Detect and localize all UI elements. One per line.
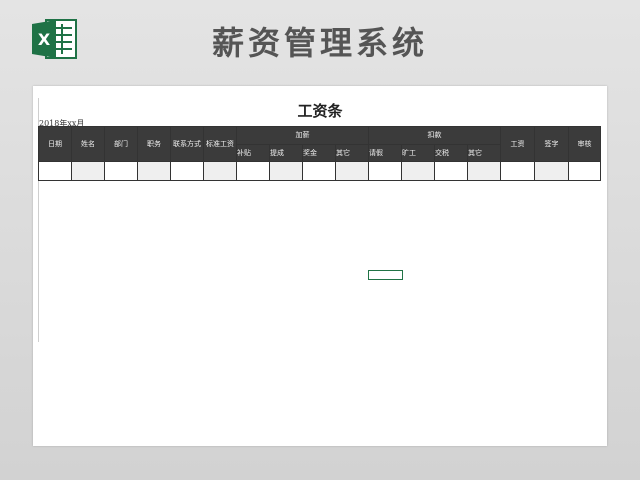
col-signature[interactable]: 签字 (534, 126, 569, 162)
col-commission[interactable]: 提成 (269, 143, 303, 162)
col-date[interactable]: 日期 (38, 126, 72, 162)
col-group-raise[interactable]: 加薪 (236, 126, 369, 145)
table-cell[interactable] (170, 161, 204, 181)
col-leave[interactable]: 请假 (368, 143, 402, 162)
table-cell[interactable] (568, 161, 601, 181)
table-cell[interactable] (269, 161, 303, 181)
col-absence[interactable]: 旷工 (401, 143, 435, 162)
table-cell[interactable] (467, 161, 501, 181)
payslip-table: 日期 姓名 部门 职务 联系方式 标准工资 加薪 扣款 工资 签字 审核 补贴 … (38, 126, 601, 181)
table-row (38, 161, 601, 181)
col-tax[interactable]: 交税 (434, 143, 468, 162)
table-cell[interactable] (71, 161, 105, 181)
table-cell[interactable] (401, 161, 435, 181)
col-raise-other[interactable]: 其它 (335, 143, 369, 162)
col-base-salary[interactable]: 标准工资 (203, 126, 237, 162)
col-allowance[interactable]: 补贴 (236, 143, 270, 162)
col-bonus[interactable]: 奖金 (302, 143, 336, 162)
table-cell[interactable] (203, 161, 237, 181)
col-deduct-other[interactable]: 其它 (467, 143, 501, 162)
col-review[interactable]: 审核 (568, 126, 601, 162)
table-cell[interactable] (38, 161, 72, 181)
table-cell[interactable] (236, 161, 270, 181)
col-name[interactable]: 姓名 (71, 126, 105, 162)
page-title: 薪资管理系统 (211, 24, 428, 62)
table-cell[interactable] (434, 161, 468, 181)
spreadsheet-sheet[interactable]: 工资条 2018年xx月 日期 姓名 部门 职务 联系方式 标准工资 加薪 扣款… (33, 86, 607, 446)
sheet-title: 工资条 (297, 102, 343, 120)
table-cell[interactable] (302, 161, 336, 181)
col-group-deduction[interactable]: 扣款 (368, 126, 501, 145)
table-cell[interactable] (368, 161, 402, 181)
table-cell[interactable] (335, 161, 369, 181)
selected-cell[interactable] (368, 270, 403, 280)
table-cell[interactable] (137, 161, 171, 181)
col-department[interactable]: 部门 (104, 126, 138, 162)
col-contact[interactable]: 联系方式 (170, 126, 204, 162)
col-position[interactable]: 职务 (137, 126, 171, 162)
col-salary[interactable]: 工资 (500, 126, 535, 162)
table-cell[interactable] (104, 161, 138, 181)
table-cell[interactable] (534, 161, 569, 181)
table-cell[interactable] (500, 161, 535, 181)
